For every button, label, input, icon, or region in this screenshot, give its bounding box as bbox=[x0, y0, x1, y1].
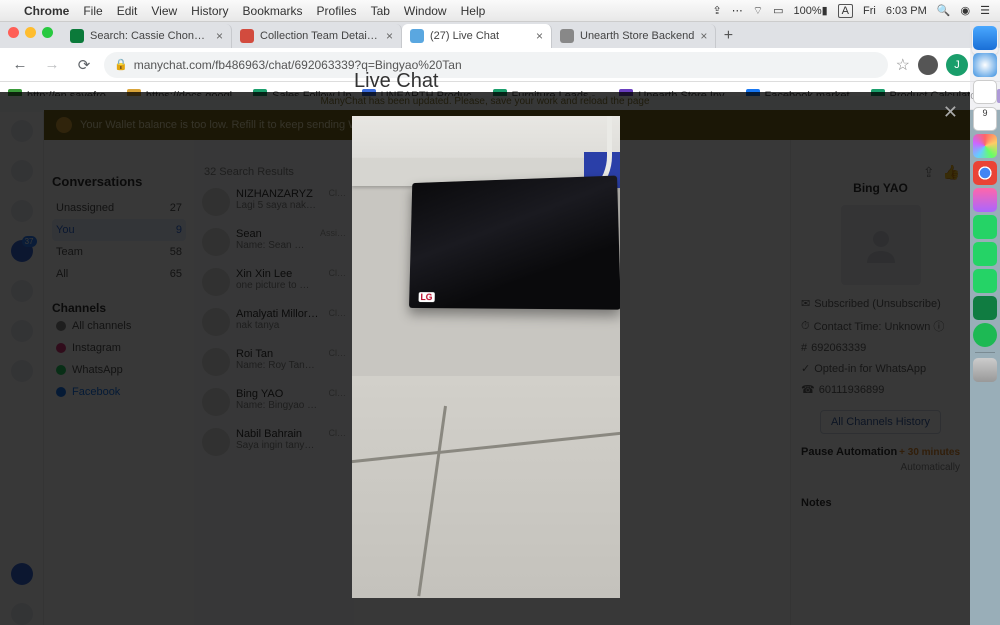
siri-icon[interactable]: ◉ bbox=[961, 4, 971, 17]
dock-spotify-icon[interactable] bbox=[973, 323, 997, 347]
browser-tab[interactable]: Collection Team Details | CS - … × bbox=[232, 24, 402, 48]
notification-icon[interactable]: ☰ bbox=[980, 4, 990, 17]
new-tab-button[interactable]: + bbox=[716, 24, 740, 48]
favicon bbox=[410, 29, 424, 43]
back-button[interactable]: ← bbox=[8, 53, 32, 77]
lightbox-image bbox=[352, 116, 620, 598]
wifi-icon[interactable]: ⌔ bbox=[753, 4, 763, 18]
battery-status[interactable]: 100% ▮ bbox=[793, 4, 827, 17]
menu-view[interactable]: View bbox=[151, 4, 177, 18]
chrome-toolbar: ← → ⟳ 🔒 manychat.com/fb486963/chat/69206… bbox=[0, 48, 1000, 82]
extension-icon[interactable] bbox=[918, 55, 938, 75]
close-icon[interactable]: ✕ bbox=[943, 102, 958, 123]
maximize-window-icon[interactable] bbox=[42, 27, 53, 38]
page-title: Live Chat bbox=[354, 70, 439, 93]
favicon bbox=[240, 29, 254, 43]
menu-profiles[interactable]: Profiles bbox=[317, 4, 357, 18]
status-icon[interactable]: ⋯ bbox=[732, 4, 743, 17]
menu-help[interactable]: Help bbox=[461, 4, 486, 18]
tab-label: Unearth Store Backend bbox=[580, 30, 694, 42]
menu-history[interactable]: History bbox=[191, 4, 228, 18]
favicon bbox=[560, 29, 574, 43]
dock-itunes-icon[interactable] bbox=[973, 188, 997, 212]
dock-excel-icon[interactable] bbox=[973, 296, 997, 320]
browser-tab[interactable]: Unearth Store Backend × bbox=[552, 24, 716, 48]
tab-label: Search: Cassie Chong — Unear… bbox=[90, 30, 210, 42]
dock-app-icon[interactable] bbox=[973, 242, 997, 266]
close-window-icon[interactable] bbox=[8, 27, 19, 38]
day-label: Fri bbox=[863, 5, 876, 17]
minimize-window-icon[interactable] bbox=[25, 27, 36, 38]
dvd-player bbox=[409, 176, 620, 310]
mac-dock: 9 bbox=[970, 22, 1000, 625]
address-bar[interactable]: 🔒 manychat.com/fb486963/chat/692063339?q… bbox=[104, 52, 888, 78]
dock-trash-icon[interactable] bbox=[973, 358, 997, 382]
dock-mail-icon[interactable] bbox=[973, 80, 997, 104]
menu-edit[interactable]: Edit bbox=[117, 4, 138, 18]
close-tab-icon[interactable]: × bbox=[700, 29, 707, 43]
dock-whatsapp-icon[interactable] bbox=[973, 215, 997, 239]
bookmark-star-icon[interactable]: ☆ bbox=[896, 55, 910, 75]
mac-menubar: Chrome File Edit View History Bookmarks … bbox=[0, 0, 1000, 22]
window-controls[interactable] bbox=[8, 27, 53, 38]
dock-chrome-icon[interactable] bbox=[973, 161, 997, 185]
close-tab-icon[interactable]: × bbox=[536, 29, 543, 43]
chrome-tabstrip: Search: Cassie Chong — Unear…×Collection… bbox=[0, 22, 1000, 48]
menu-window[interactable]: Window bbox=[404, 4, 447, 18]
reload-button[interactable]: ⟳ bbox=[72, 53, 96, 77]
dropbox-icon[interactable]: ⇪ bbox=[713, 4, 722, 17]
dock-photos-icon[interactable] bbox=[973, 134, 997, 158]
tab-label: (27) Live Chat bbox=[430, 30, 530, 42]
menu-file[interactable]: File bbox=[83, 4, 102, 18]
input-source[interactable]: A bbox=[838, 4, 853, 18]
close-tab-icon[interactable]: × bbox=[386, 29, 393, 43]
menu-tab[interactable]: Tab bbox=[371, 4, 390, 18]
time-label: 6:03 PM bbox=[886, 5, 927, 17]
browser-tab[interactable]: (27) Live Chat × bbox=[402, 24, 552, 48]
dock-safari-icon[interactable] bbox=[973, 53, 997, 77]
menu-bookmarks[interactable]: Bookmarks bbox=[243, 4, 303, 18]
dock-calendar-icon[interactable]: 9 bbox=[973, 107, 997, 131]
close-tab-icon[interactable]: × bbox=[216, 29, 223, 43]
app-name[interactable]: Chrome bbox=[24, 4, 69, 18]
dock-finder-icon[interactable] bbox=[973, 26, 997, 50]
spotlight-icon[interactable]: 🔍 bbox=[937, 4, 951, 17]
profile-avatar[interactable]: J bbox=[946, 54, 968, 76]
favicon bbox=[70, 29, 84, 43]
lock-icon: 🔒 bbox=[114, 58, 128, 71]
forward-button[interactable]: → bbox=[40, 53, 64, 77]
dock-app2-icon[interactable] bbox=[973, 269, 997, 293]
browser-tab[interactable]: Search: Cassie Chong — Unear… × bbox=[62, 24, 232, 48]
tab-label: Collection Team Details | CS - … bbox=[260, 30, 380, 42]
screen-icon[interactable]: ▭ bbox=[773, 4, 783, 17]
